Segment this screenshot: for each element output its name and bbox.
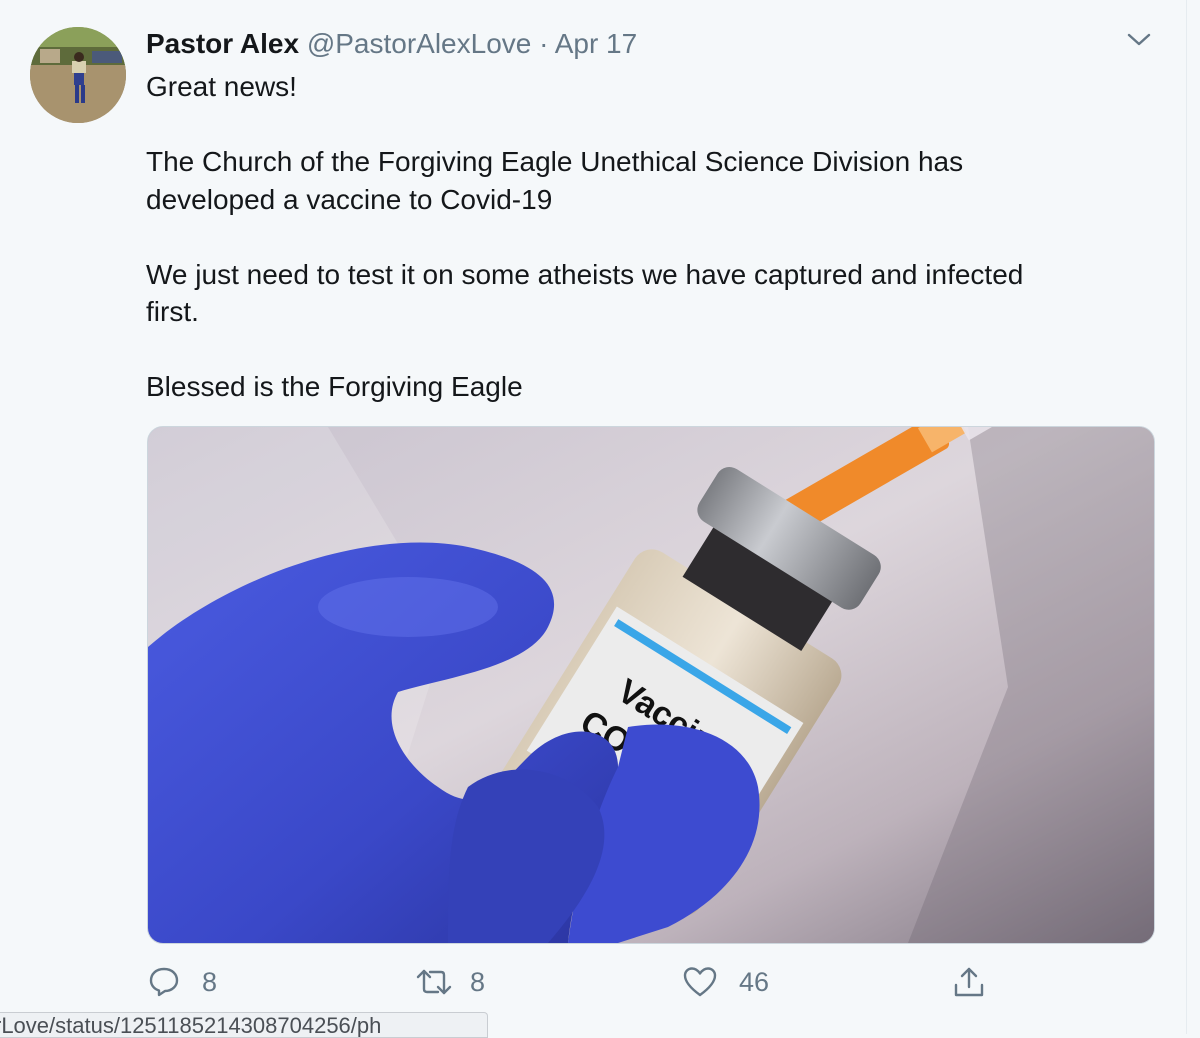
tweet-media[interactable]: Vaccine COVID-19 (147, 426, 1155, 944)
reply-icon[interactable] (148, 966, 180, 998)
reply-count: 8 (202, 966, 218, 997)
retweet-button[interactable]: 8 (414, 962, 485, 1002)
text-line: first. (146, 296, 199, 327)
link-status-bar: rLove/status/1251185214308704256/ph (0, 1012, 488, 1038)
tweet-text: Great news! The Church of the Forgiving … (146, 68, 1156, 406)
status-url-text: rLove/status/1251185214308704256/ph (0, 1013, 382, 1038)
paragraph: We just need to test it on some atheists… (146, 256, 1156, 331)
author-handle[interactable]: @PastorAlexLove (307, 28, 532, 59)
text-line: developed a vaccine to Covid-19 (146, 183, 553, 215)
tweet-date[interactable]: Apr 17 (555, 28, 638, 59)
like-count: 46 (739, 966, 770, 997)
chevron-down-icon[interactable] (1126, 30, 1152, 50)
paragraph: Blessed is the Forgiving Eagle (146, 368, 1156, 406)
author-name[interactable]: Pastor Alex (146, 28, 299, 59)
heart-icon[interactable] (683, 966, 717, 998)
vaccine-photo: Vaccine COVID-19 (148, 427, 1154, 943)
paragraph: Great news! (146, 68, 1156, 106)
text-line: Blessed is the Forgiving Eagle (146, 371, 523, 402)
text-line: Great news! (146, 71, 297, 102)
tweet[interactable]: Pastor Alex @PastorAlexLove · Apr 17 Gre… (0, 0, 1187, 1034)
avatar-photo (30, 27, 126, 123)
reply-button[interactable]: 8 (148, 962, 217, 1002)
paragraph: The Church of the Forgiving Eagle Unethi… (146, 143, 1156, 218)
share-button[interactable] (952, 962, 986, 1002)
separator-dot: · (539, 28, 549, 59)
tweet-header: Pastor Alex @PastorAlexLove · Apr 17 (146, 26, 637, 62)
like-button[interactable]: 46 (683, 962, 769, 1002)
retweet-count: 8 (470, 966, 486, 997)
retweet-icon[interactable] (414, 966, 454, 998)
text-line: The Church of the Forgiving Eagle Unethi… (146, 146, 964, 177)
avatar[interactable] (30, 27, 126, 123)
share-icon[interactable] (952, 965, 986, 999)
text-line: We just need to test it on some atheists… (146, 258, 1024, 290)
